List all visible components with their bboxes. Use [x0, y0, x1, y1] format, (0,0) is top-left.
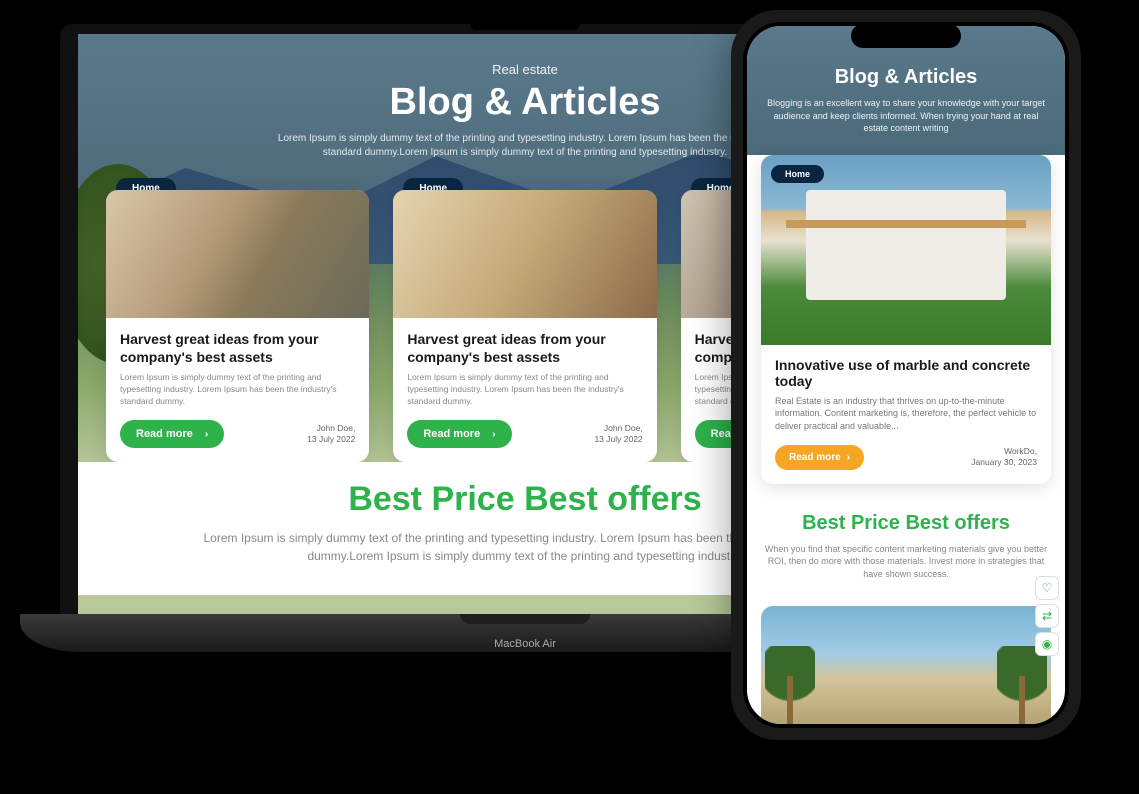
phone-card-image: Home [761, 155, 1051, 345]
card-description: Lorem Ipsum is simply dummy text of the … [120, 372, 355, 408]
card-title: Harvest great ideas from your company's … [120, 330, 355, 366]
card-footer: Read more › John Doe, 13 July 2022 [120, 420, 355, 448]
phone-offers-description: When you find that specific content mark… [763, 543, 1049, 581]
laptop-model-label: MacBook Air [494, 638, 556, 650]
card-title: Harvest great ideas from your company's … [407, 330, 642, 366]
author-name: John Doe, [307, 423, 355, 434]
card-description: Lorem Ipsum is simply dummy text of the … [407, 372, 642, 408]
blog-card[interactable]: Home Harvest great ideas from your compa… [106, 190, 369, 462]
view-button[interactable]: ◉ [1035, 632, 1059, 656]
compare-button[interactable]: ⇄ [1035, 604, 1059, 628]
category-badge[interactable]: Home [771, 165, 824, 183]
phone-card-description: Real Estate is an industry that thrives … [775, 395, 1037, 433]
favorite-button[interactable]: ♡ [1035, 576, 1059, 600]
chevron-right-icon: › [492, 429, 495, 440]
house-illustration [806, 190, 1006, 300]
author-name: John Doe, [594, 423, 642, 434]
phone-viewport: Blog & Articles Blogging is an excellent… [747, 26, 1065, 724]
hero-subtitle: Lorem Ipsum is simply dummy text of the … [265, 132, 785, 160]
phone-card-footer: Read more › WorkDo, January 30, 2023 [775, 445, 1037, 470]
chevron-right-icon: › [847, 452, 850, 463]
phone-camera-notch [851, 24, 961, 48]
laptop-camera-notch [470, 24, 580, 30]
chevron-right-icon: › [205, 429, 208, 440]
phone-card-title: Innovative use of marble and concrete to… [775, 357, 1037, 389]
publish-date: 13 July 2022 [594, 434, 642, 445]
eye-icon: ◉ [1042, 637, 1052, 651]
phone-inner-frame: Blog & Articles Blogging is an excellent… [743, 22, 1069, 728]
heart-icon: ♡ [1042, 581, 1053, 595]
publish-date: January 30, 2023 [971, 457, 1037, 468]
button-label: Read more [423, 428, 480, 440]
publish-date: 13 July 2022 [307, 434, 355, 445]
button-label: Read more [136, 428, 193, 440]
phone-blog-card[interactable]: Home Innovative use of marble and concre… [761, 155, 1051, 484]
author-name: WorkDo, [971, 446, 1037, 457]
card-meta: John Doe, 13 July 2022 [594, 423, 642, 445]
card-body: Harvest great ideas from your company's … [106, 318, 369, 462]
compare-icon: ⇄ [1042, 609, 1052, 623]
phone-offers-section: Best Price Best offers When you find tha… [747, 502, 1065, 595]
button-label: Read more [789, 452, 841, 463]
read-more-button[interactable]: Read more › [120, 420, 224, 448]
phone-card-meta: WorkDo, January 30, 2023 [971, 446, 1037, 468]
phone-mockup: Blog & Articles Blogging is an excellent… [731, 10, 1081, 740]
read-more-button[interactable]: Read more › [407, 420, 511, 448]
card-footer: Read more › John Doe, 13 July 2022 [407, 420, 642, 448]
laptop-hinge-notch [460, 614, 590, 624]
palm-tree-icon [997, 646, 1047, 724]
phone-card-body: Innovative use of marble and concrete to… [761, 345, 1051, 484]
phone-hero-title: Blog & Articles [765, 66, 1047, 89]
phone-hero-subtitle: Blogging is an excellent way to share yo… [765, 97, 1047, 135]
card-image [393, 190, 656, 318]
phone-offers-image [761, 606, 1051, 724]
blog-card[interactable]: Home Harvest great ideas from your compa… [393, 190, 656, 462]
read-more-button[interactable]: Read more › [775, 445, 864, 470]
card-image [106, 190, 369, 318]
card-body: Harvest great ideas from your company's … [393, 318, 656, 462]
card-meta: John Doe, 13 July 2022 [307, 423, 355, 445]
palm-tree-icon [765, 646, 815, 724]
floating-action-column: ♡ ⇄ ◉ [1035, 576, 1059, 656]
phone-offers-title: Best Price Best offers [763, 512, 1049, 535]
